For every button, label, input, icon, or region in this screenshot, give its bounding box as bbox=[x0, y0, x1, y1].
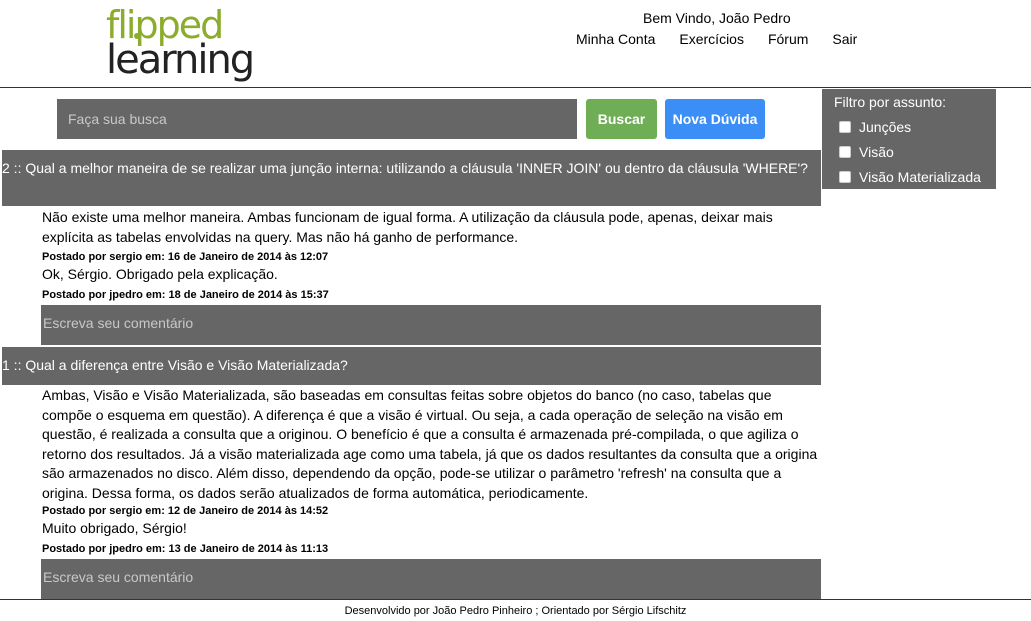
header-divider bbox=[0, 87, 1031, 88]
filter-option-label: Visão Materializada bbox=[859, 169, 981, 185]
checkbox[interactable] bbox=[839, 171, 851, 183]
flipped-learning-logo[interactable]: flipped learning bbox=[106, 4, 306, 83]
post-text: Muito obrigado, Sérgio! bbox=[42, 520, 187, 536]
search-input[interactable] bbox=[57, 99, 577, 139]
post-text: Ok, Sérgio. Obrigado pela explicação. bbox=[42, 266, 278, 282]
new-question-button[interactable]: Nova Dúvida bbox=[665, 99, 765, 139]
main-nav: Minha Conta Exercícios Fórum Sair bbox=[576, 31, 881, 47]
filter-option-label: Junções bbox=[859, 119, 912, 135]
question-title[interactable]: 2 :: Qual a melhor maneira de se realiza… bbox=[2, 150, 821, 206]
post-meta: Postado por jpedro em: 18 de Janeiro de … bbox=[42, 289, 329, 301]
nav-forum[interactable]: Fórum bbox=[768, 31, 808, 47]
comment-input[interactable]: Escreva seu comentário bbox=[41, 305, 821, 345]
subject-filter-panel: Filtro por assunto: Junções Visão Visão … bbox=[822, 89, 996, 189]
post-text: Não existe uma melhor maneira. Ambas fun… bbox=[42, 209, 773, 245]
footer-divider bbox=[0, 599, 1031, 600]
filter-option-juncoes[interactable]: Junções bbox=[839, 119, 911, 135]
filter-option-visao-materializada[interactable]: Visão Materializada bbox=[839, 169, 981, 185]
nav-minha-conta[interactable]: Minha Conta bbox=[576, 31, 655, 47]
post-meta: Postado por sergio em: 12 de Janeiro de … bbox=[42, 505, 329, 517]
post-meta: Postado por jpedro em: 13 de Janeiro de … bbox=[42, 543, 329, 555]
checkbox[interactable] bbox=[839, 121, 851, 133]
filter-option-visao[interactable]: Visão bbox=[839, 144, 894, 160]
logo-text-learning: learning bbox=[106, 37, 255, 83]
filter-option-label: Visão bbox=[859, 144, 894, 160]
question-title[interactable]: 1 :: Qual a diferença entre Visão e Visã… bbox=[2, 347, 821, 385]
nav-sair[interactable]: Sair bbox=[832, 31, 857, 47]
welcome-message: Bem Vindo, João Pedro bbox=[643, 10, 791, 26]
search-button[interactable]: Buscar bbox=[586, 99, 657, 139]
post-meta: Postado por sergio em: 16 de Janeiro de … bbox=[42, 251, 329, 263]
footer-credits: Desenvolvido por João Pedro Pinheiro ; O… bbox=[344, 605, 687, 617]
post-text: Ambas, Visão e Visão Materializada, são … bbox=[42, 387, 818, 501]
nav-exercicios[interactable]: Exercícios bbox=[679, 31, 744, 47]
comment-input[interactable]: Escreva seu comentário bbox=[41, 559, 821, 599]
filter-title: Filtro por assunto: bbox=[834, 94, 947, 110]
checkbox[interactable] bbox=[839, 146, 851, 158]
